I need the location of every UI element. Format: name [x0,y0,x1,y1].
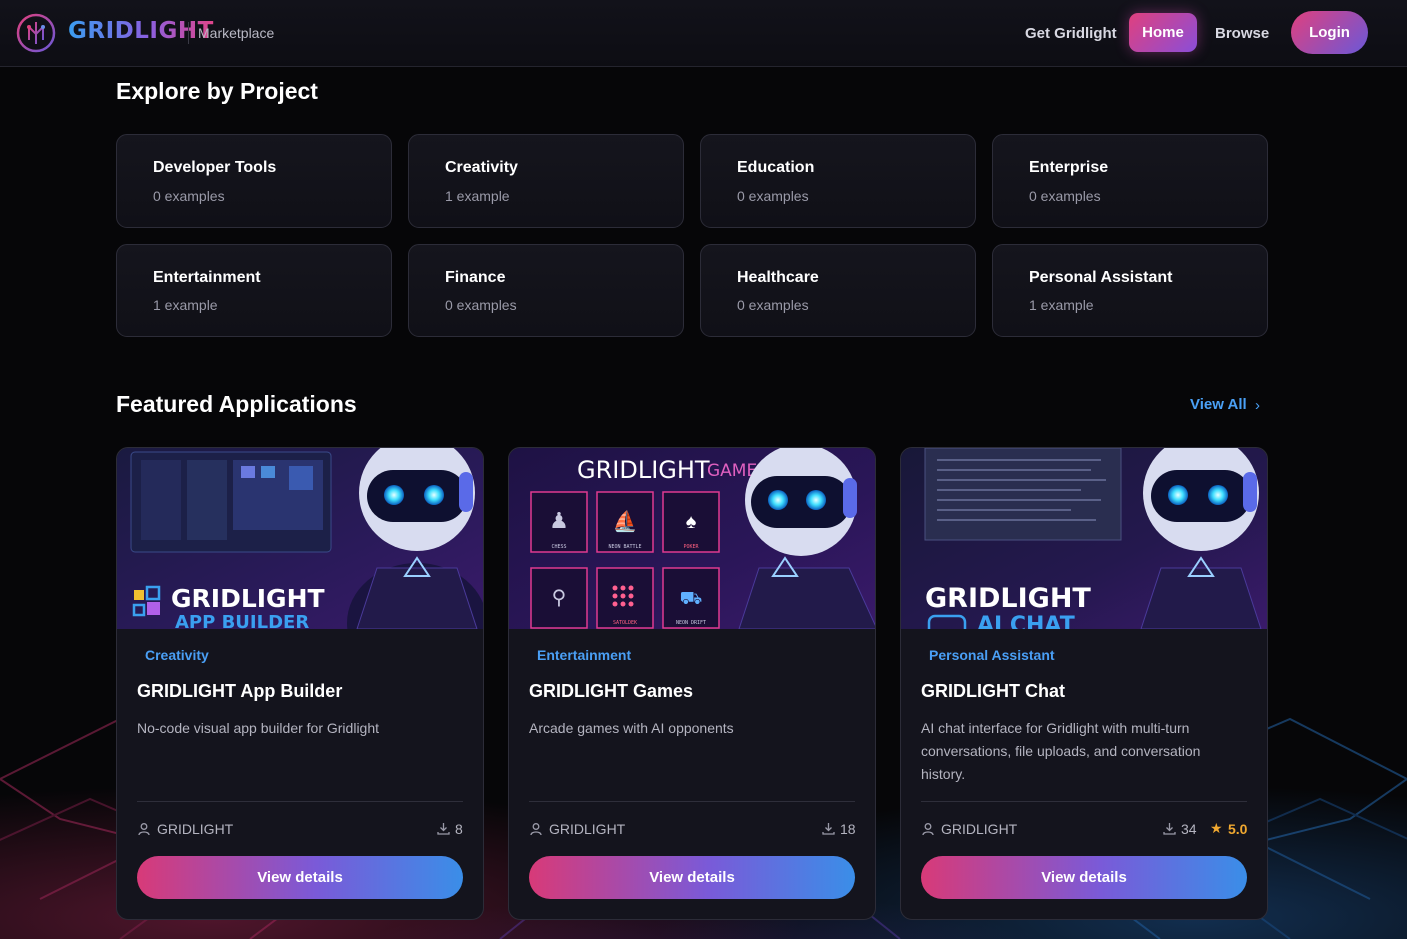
app-description: AI chat interface for Gridlight with mul… [921,720,1201,782]
banner-title: GRIDLIGHT [577,456,710,484]
banner-title: GRIDLIGHT [925,583,1091,614]
brand-divider [188,22,189,44]
gridlight-logo-icon[interactable] [16,13,56,53]
login-button[interactable]: Login [1291,11,1368,54]
user-icon [138,823,150,836]
view-details-button[interactable]: View details [921,856,1247,899]
nav-get-gridlight[interactable]: Get Gridlight [1025,25,1117,42]
user-icon [922,823,934,836]
project-card-creativity[interactable]: Creativity 1 example [408,134,684,228]
user-icon [530,823,542,836]
app-description: Arcade games with AI opponents [529,720,734,736]
download-count: 34 [1181,821,1197,837]
svg-text:⛵: ⛵ [613,509,638,533]
project-count: 1 example [153,297,218,313]
app-banner-image[interactable]: GRIDLIGHT GAMES ♟ ⛵ ♠ ⚲ ⛟ CHESS NEON BAT… [509,448,875,629]
nav-home-button[interactable]: Home [1129,13,1197,52]
app-banner-image[interactable]: GRIDLIGHT APP BUILDER [117,448,483,629]
brand-name[interactable]: GRIDLIGHT [68,18,214,44]
project-name: Healthcare [737,269,819,286]
card-divider [137,801,463,802]
banner-subtitle: AI CHAT [977,613,1075,629]
project-count: 0 examples [737,297,809,313]
project-name: Entertainment [153,269,261,286]
star-icon: ★ [1210,820,1223,836]
tile-label: POKER [683,544,699,550]
view-details-button[interactable]: View details [529,856,855,899]
project-count: 0 examples [445,297,517,313]
tile-label: NEON DRIFT [676,620,706,626]
project-name: Personal Assistant [1029,269,1173,286]
project-card-education[interactable]: Education 0 examples [700,134,976,228]
robot-banner-illustration: GRIDLIGHT AI CHAT [901,448,1267,629]
app-banner-image[interactable]: GRIDLIGHT AI CHAT [901,448,1267,629]
download-count: 18 [840,821,856,837]
project-count: 1 example [445,188,510,204]
robot-banner-illustration: GRIDLIGHT GAMES ♟ ⛵ ♠ ⚲ ⛟ CHESS NEON BAT… [509,448,875,629]
project-card-finance[interactable]: Finance 0 examples [408,244,684,337]
project-count: 1 example [1029,297,1094,313]
banner-subtitle: APP BUILDER [175,612,309,629]
project-name: Education [737,159,815,176]
app-category[interactable]: Entertainment [537,647,631,663]
card-divider [921,801,1247,802]
svg-text:♠: ♠ [686,511,697,533]
app-title[interactable]: GRIDLIGHT Games [529,681,693,702]
brand-subtitle: Marketplace [198,25,275,41]
project-card-personal-assistant[interactable]: Personal Assistant 1 example [992,244,1268,337]
project-name: Enterprise [1029,159,1109,176]
svg-text:⚲: ⚲ [552,587,567,609]
tile-label: CHESS [551,544,566,550]
app-card-chat: GRIDLIGHT AI CHAT Personal Assistant GRI… [900,447,1268,920]
explore-heading: Explore by Project [116,78,318,104]
app-category[interactable]: Personal Assistant [929,647,1055,663]
app-author: GRIDLIGHT [549,821,626,837]
view-all-link[interactable]: View All [1190,396,1247,413]
nav-browse[interactable]: Browse [1215,25,1269,42]
app-title[interactable]: GRIDLIGHT Chat [921,681,1065,702]
svg-text:♟: ♟ [549,508,569,533]
app-rating: 5.0 [1228,821,1248,837]
project-card-healthcare[interactable]: Healthcare 0 examples [700,244,976,337]
app-card-games: GRIDLIGHT GAMES ♟ ⛵ ♠ ⚲ ⛟ CHESS NEON BAT… [508,447,876,920]
project-name: Finance [445,269,506,286]
app-description: No-code visual app builder for Gridlight [137,720,380,736]
svg-text:⛟: ⛟ [680,588,703,608]
featured-heading: Featured Applications [116,391,357,417]
tile-label: NEON BATTLE [608,544,641,550]
app-author: GRIDLIGHT [157,821,234,837]
project-name: Creativity [445,159,518,176]
download-icon [1163,823,1176,835]
robot-banner-illustration: GRIDLIGHT APP BUILDER [117,448,483,629]
chevron-right-icon[interactable]: › [1255,397,1260,414]
project-count: 0 examples [1029,188,1101,204]
project-card-enterprise[interactable]: Enterprise 0 examples [992,134,1268,228]
project-count: 0 examples [153,188,225,204]
download-icon [822,823,835,835]
project-card-developer-tools[interactable]: Developer Tools 0 examples [116,134,392,228]
project-card-entertainment[interactable]: Entertainment 1 example [116,244,392,337]
tile-label: SATOLDEK [613,620,637,626]
project-name: Developer Tools [153,159,277,176]
app-title[interactable]: GRIDLIGHT App Builder [137,681,342,702]
card-divider [529,801,855,802]
app-card-app-builder: GRIDLIGHT APP BUILDER Creativity GRIDLIG… [116,447,484,920]
app-author: GRIDLIGHT [941,821,1018,837]
banner-title: GRIDLIGHT [171,584,325,613]
download-icon [437,823,450,835]
top-header: GRIDLIGHT Marketplace Get Gridlight Home… [0,0,1407,67]
app-category[interactable]: Creativity [145,647,209,663]
project-count: 0 examples [737,188,809,204]
download-count: 8 [455,821,463,837]
view-details-button[interactable]: View details [137,856,463,899]
